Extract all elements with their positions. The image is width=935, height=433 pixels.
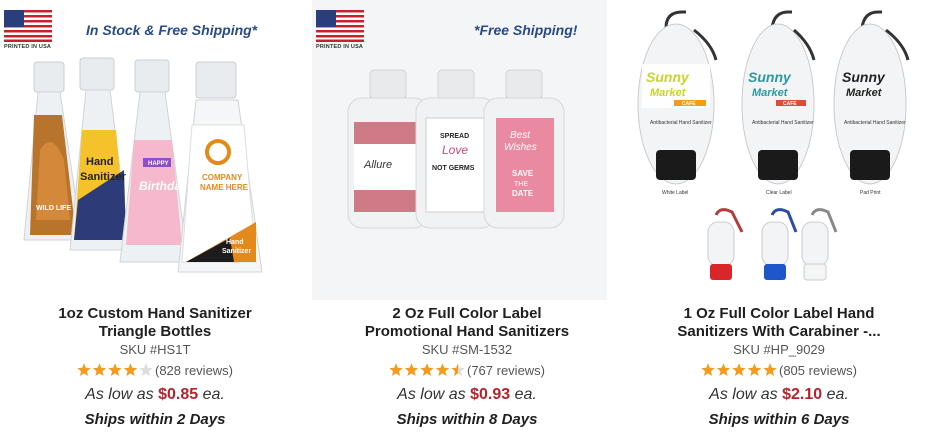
- product-grid: PRINTED IN USA In Stock & Free Shipping*…: [0, 0, 935, 433]
- product-image[interactable]: PRINTED IN USA *Free Shipping! Allure SP…: [312, 0, 622, 300]
- ship-time: Ships within 8 Days: [396, 411, 538, 428]
- label-sanitizer-2: Sanitizer: [222, 248, 251, 255]
- label-cafe: CAFE: [682, 101, 696, 107]
- price-amount: $0.85: [158, 386, 199, 403]
- label-antibacterial: Antibacterial Hand Sanitizer: [844, 120, 906, 126]
- product-sku: SKU #HS1T: [119, 342, 191, 357]
- price-amount: $2.10: [782, 386, 823, 403]
- star-icon: [451, 363, 465, 376]
- product-title-line2[interactable]: Sanitizers With Carabiner -...: [624, 323, 934, 341]
- label-antibacterial: Antibacterial Hand Sanitizer: [650, 120, 712, 126]
- product-rating[interactable]: (767 reviews): [312, 363, 622, 380]
- star-icon: [420, 363, 434, 376]
- label-company: COMPANY: [202, 173, 243, 182]
- label-sunny: Sunny: [748, 69, 792, 85]
- product-sku: SKU #SM-1532: [421, 342, 513, 357]
- bottles-illustration: Sunny Market CAFE Antibacterial Hand San…: [637, 10, 910, 281]
- star-icon: [123, 363, 138, 376]
- star-icon: [92, 363, 107, 376]
- caption-pad-print: Pad Print: [860, 190, 881, 196]
- product-card-triangle-bottles[interactable]: PRINTED IN USA In Stock & Free Shipping*…: [0, 0, 310, 433]
- label-date: DATE: [512, 189, 534, 198]
- price-amount: $0.93: [470, 386, 511, 403]
- price-suffix: ea.: [514, 386, 537, 403]
- label-market: Market: [752, 87, 789, 99]
- price-prefix: As low as: [397, 386, 466, 403]
- product-title-line1[interactable]: 2 Oz Full Color Label: [312, 305, 622, 323]
- price-suffix: ea.: [826, 386, 849, 403]
- label-best: Best: [510, 130, 531, 141]
- product-card-carabiner[interactable]: Sunny Market CAFE Antibacterial Hand San…: [624, 0, 934, 433]
- label-spread: SPREAD: [440, 133, 469, 140]
- star-icon: [747, 363, 762, 376]
- review-count[interactable]: (805 reviews): [779, 363, 857, 378]
- star-icon: [763, 363, 777, 376]
- label-happy: HAPPY: [148, 161, 169, 167]
- product-image[interactable]: PRINTED IN USA In Stock & Free Shipping*…: [0, 0, 310, 300]
- star-icon: [77, 363, 91, 376]
- label-love: Love: [442, 143, 468, 157]
- star-icon: [389, 363, 403, 376]
- price-prefix: As low as: [709, 386, 778, 403]
- ship-time: Ships within 6 Days: [708, 411, 850, 428]
- star-icon: [732, 363, 746, 376]
- label-market: Market: [846, 87, 883, 99]
- label-birthday: Birthday: [139, 179, 189, 193]
- caption-clear-label: Clear Label: [766, 190, 792, 196]
- product-title[interactable]: 1oz Custom Hand Sanitizer Triangle Bottl…: [0, 305, 310, 341]
- star-icon: [108, 363, 122, 376]
- bottles-illustration: WILD LIFE Hand Sanitizer HAPPY Birthday: [23, 57, 263, 273]
- product-rating[interactable]: (828 reviews): [0, 363, 310, 380]
- label-hand-2: Hand: [226, 239, 244, 246]
- label-sunny: Sunny: [842, 69, 886, 85]
- label-antibacterial: Antibacterial Hand Sanitizer: [752, 120, 814, 126]
- product-price: As low as $0.93 ea.: [312, 386, 622, 404]
- star-icon: [701, 363, 715, 376]
- star-icon: [435, 363, 450, 376]
- product-title[interactable]: 2 Oz Full Color Label Promotional Hand S…: [312, 305, 622, 341]
- caption-white-label: White Label: [662, 190, 688, 196]
- ship-time: Ships within 2 Days: [84, 411, 226, 428]
- review-count[interactable]: (767 reviews): [467, 363, 545, 378]
- product-card-full-color-label[interactable]: PRINTED IN USA *Free Shipping! Allure SP…: [312, 0, 622, 433]
- label-market: Market: [650, 87, 687, 99]
- review-count[interactable]: (828 reviews): [155, 363, 233, 378]
- label-wishes: Wishes: [504, 142, 537, 153]
- label-not-germs: NOT GERMS: [432, 165, 475, 172]
- product-title-line1[interactable]: 1 Oz Full Color Label Hand: [624, 305, 934, 323]
- star-rating-icon: [701, 363, 777, 380]
- product-price: As low as $2.10 ea.: [624, 386, 934, 404]
- label-wildlife: WILD LIFE: [36, 205, 71, 212]
- label-the: THE: [514, 181, 528, 188]
- product-rating[interactable]: (805 reviews): [624, 363, 934, 380]
- product-image[interactable]: Sunny Market CAFE Antibacterial Hand San…: [624, 0, 934, 300]
- label-save: SAVE: [512, 169, 534, 178]
- product-sku: SKU #HP_9029: [733, 342, 825, 357]
- star-rating-icon: [77, 363, 153, 380]
- star-rating-icon: [389, 363, 465, 380]
- label-cafe: CAFE: [783, 101, 797, 107]
- product-title[interactable]: 1 Oz Full Color Label Hand Sanitizers Wi…: [624, 305, 934, 341]
- price-suffix: ea.: [202, 386, 225, 403]
- product-price: As low as $0.85 ea.: [0, 386, 310, 404]
- label-sunny: Sunny: [646, 69, 690, 85]
- price-prefix: As low as: [85, 386, 154, 403]
- product-title-line2[interactable]: Triangle Bottles: [0, 323, 310, 341]
- label-allure: Allure: [363, 159, 392, 171]
- star-icon: [716, 363, 731, 376]
- label-hand: Hand: [86, 156, 114, 168]
- product-title-line1[interactable]: 1oz Custom Hand Sanitizer: [0, 305, 310, 323]
- bottles-illustration: Allure SPREAD Love NOT GERMS Best Wishes…: [347, 69, 565, 229]
- label-sanitizer: Sanitizer: [80, 171, 127, 183]
- star-icon: [404, 363, 419, 376]
- label-name-here: NAME HERE: [200, 183, 249, 192]
- product-title-line2[interactable]: Promotional Hand Sanitizers: [312, 323, 622, 341]
- star-icon: [139, 363, 153, 376]
